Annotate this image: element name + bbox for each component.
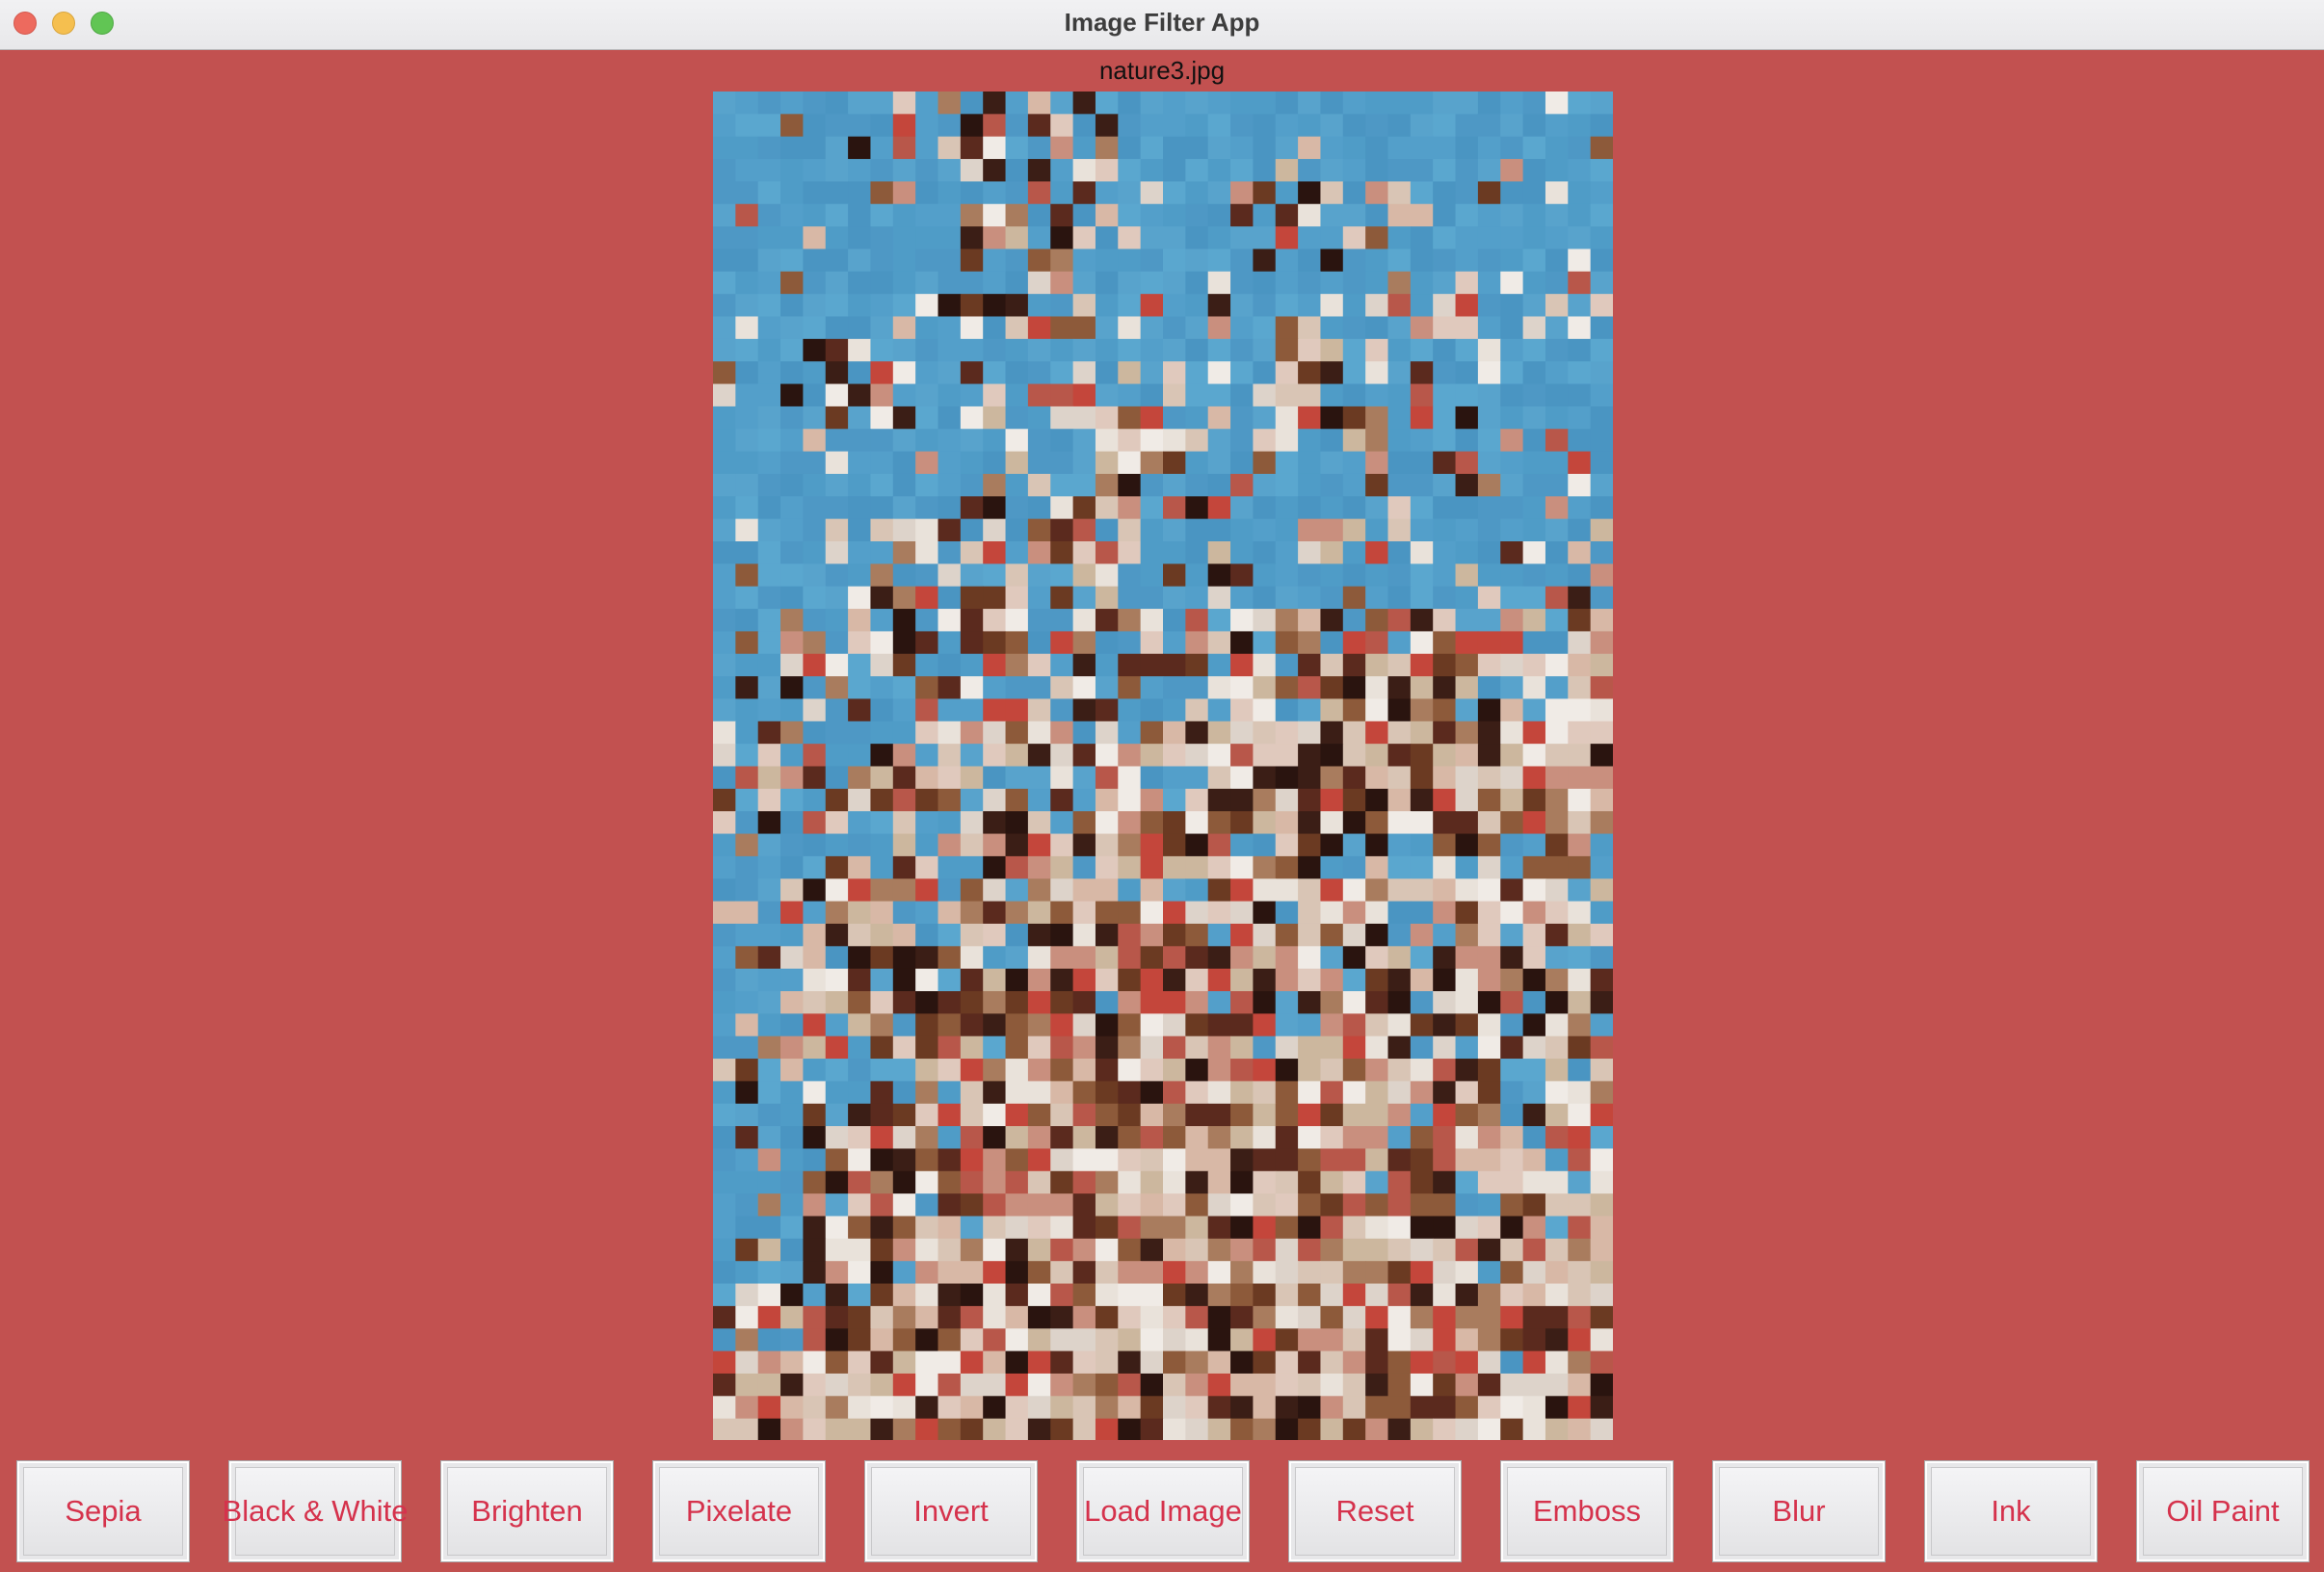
image-preview (713, 92, 1613, 1440)
brighten-button[interactable]: Brighten (440, 1460, 614, 1562)
image-filename-label: nature3.jpg (1098, 56, 1226, 85)
button-label: Reset (1335, 1494, 1414, 1528)
black-white-button[interactable]: Black & White (223, 1460, 408, 1562)
button-label: Invert (913, 1494, 989, 1528)
button-label: Oil Paint (2166, 1494, 2280, 1528)
title-bar[interactable]: Image Filter App (0, 0, 2324, 50)
load-image-button[interactable]: Load Image (1076, 1460, 1250, 1562)
window-title: Image Filter App (1064, 8, 1260, 37)
button-label: Emboss (1533, 1494, 1641, 1528)
pixelated-photo-canvas (713, 92, 1613, 1440)
app-window: Image Filter App nature3.jpg Sepia Black… (0, 0, 2324, 1572)
button-label: Ink (1991, 1494, 2031, 1528)
button-label: Pixelate (685, 1494, 793, 1528)
ink-button[interactable]: Ink (1924, 1460, 2098, 1562)
button-label: Black & White (222, 1494, 409, 1528)
button-label: Load Image (1084, 1494, 1242, 1528)
sepia-button[interactable]: Sepia (16, 1460, 190, 1562)
reset-button[interactable]: Reset (1288, 1460, 1462, 1562)
blur-button[interactable]: Blur (1712, 1460, 1886, 1562)
pixelate-button[interactable]: Pixelate (652, 1460, 826, 1562)
filter-button-bar: Sepia Black & White Brighten Pixelate In… (0, 1460, 2324, 1562)
invert-button[interactable]: Invert (864, 1460, 1038, 1562)
button-label: Sepia (65, 1494, 142, 1528)
emboss-button[interactable]: Emboss (1500, 1460, 1674, 1562)
button-label: Brighten (471, 1494, 583, 1528)
button-label: Blur (1772, 1494, 1826, 1528)
oil-paint-button[interactable]: Oil Paint (2136, 1460, 2310, 1562)
